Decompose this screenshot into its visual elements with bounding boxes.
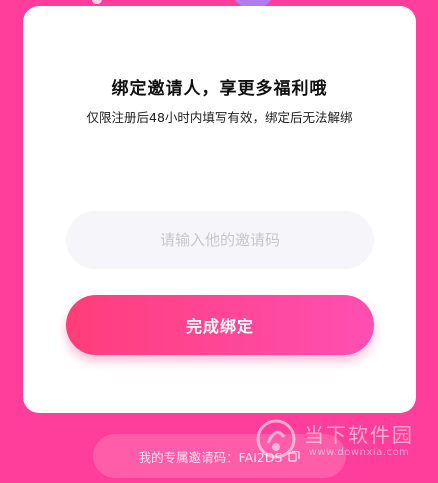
background-sparkle	[92, 0, 102, 4]
invite-code-input[interactable]	[66, 211, 374, 269]
card-subtitle: 仅限注册后48小时内填写有效，绑定后无法解绑	[86, 110, 353, 125]
card-title: 绑定邀请人，享更多福利哦	[111, 79, 328, 99]
bind-inviter-card: 绑定邀请人，享更多福利哦 仅限注册后48小时内填写有效，绑定后无法解绑 完成绑定	[23, 6, 416, 413]
watermark: 当下软件园 www.downxia.com	[254, 413, 432, 469]
watermark-logo-icon	[254, 417, 298, 465]
complete-binding-button[interactable]: 完成绑定	[66, 295, 374, 355]
watermark-name: 当下软件园	[304, 423, 414, 447]
watermark-url: www.downxia.com	[308, 447, 410, 458]
